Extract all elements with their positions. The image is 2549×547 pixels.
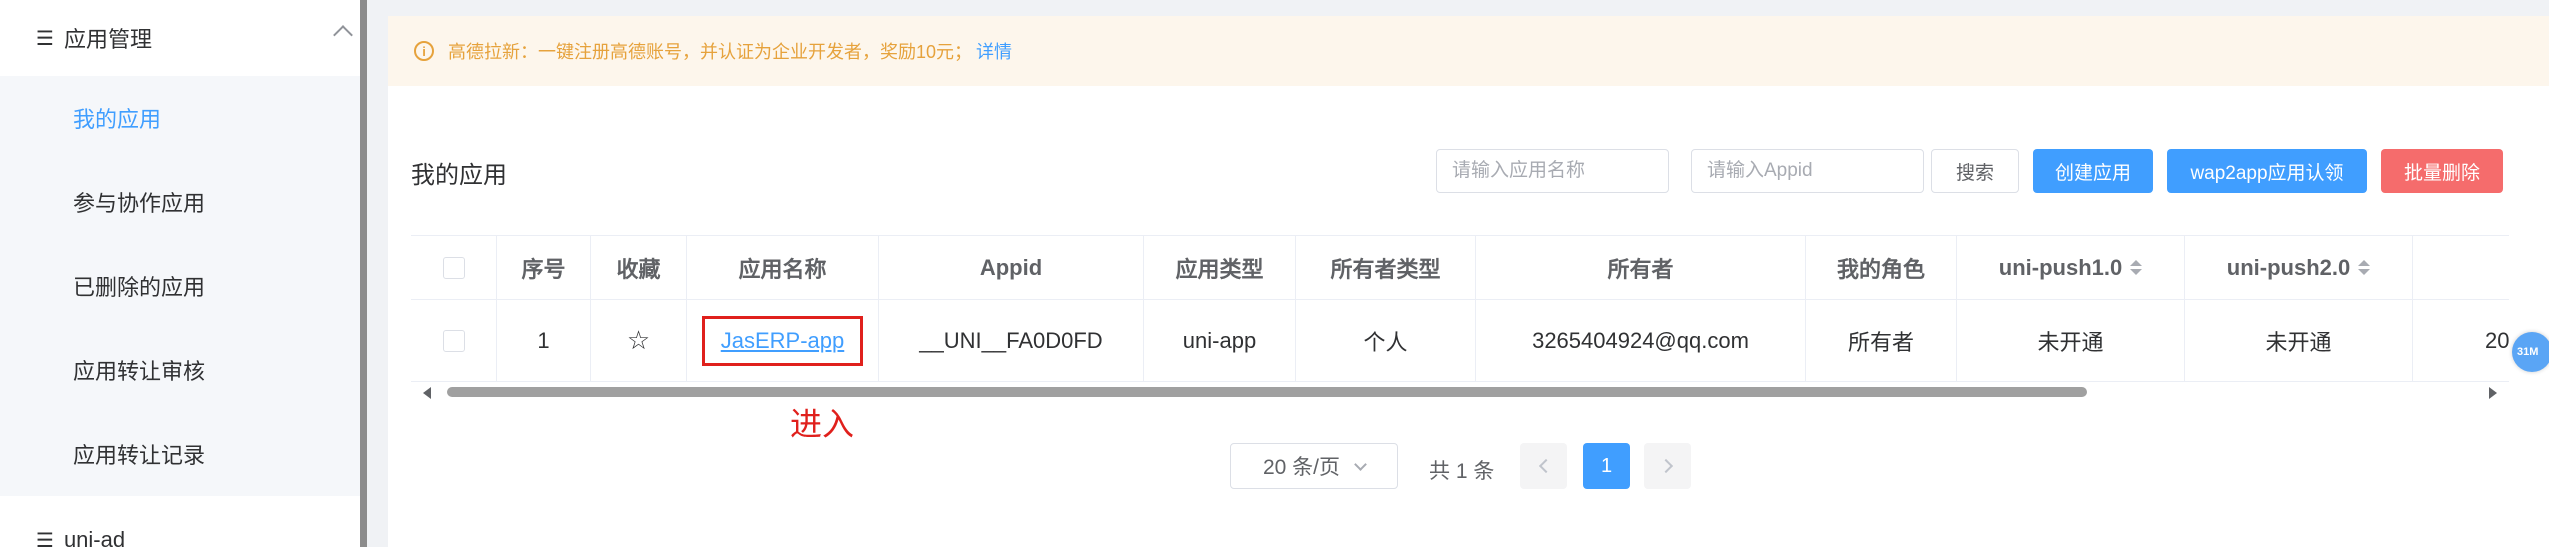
- header-appid: Appid: [879, 236, 1144, 299]
- create-app-button[interactable]: 创建应用: [2033, 149, 2153, 193]
- row-select-cell: [411, 300, 497, 381]
- appid-search-input[interactable]: [1691, 149, 1924, 193]
- row-favorite-cell: ☆: [591, 300, 687, 381]
- total-count: 共 1 条: [1429, 460, 1495, 483]
- annotation-enter: 进入: [790, 406, 855, 442]
- header-index: 序号: [497, 236, 591, 299]
- sort-icon[interactable]: [2130, 260, 2143, 275]
- chevron-left-icon: [1538, 458, 1553, 474]
- sidebar-item-my-apps[interactable]: 我的应用: [0, 76, 360, 160]
- header-select-cell: [411, 236, 497, 299]
- menu-group-uni-ad[interactable]: ☰ uni-ad: [0, 515, 360, 547]
- page-size-value: 20 条/页: [1262, 456, 1341, 479]
- select-all-checkbox[interactable]: [442, 256, 465, 279]
- row-index: 1: [497, 300, 591, 381]
- notice-banner: i 高德拉新：一键注册高德账号，并认证为企业开发者，奖励10元； 详情: [388, 16, 2549, 86]
- sort-icon[interactable]: [2358, 260, 2371, 275]
- header-push2-cell[interactable]: uni-push2.0: [2185, 236, 2413, 299]
- scroll-left-arrow-icon[interactable]: [423, 387, 431, 399]
- header-owner-type: 所有者类型: [1296, 236, 1476, 299]
- apps-table: 序号 收藏 应用名称 Appid 应用类型 所有者类型 所有者 我的角色 uni…: [411, 235, 2509, 384]
- header-favorite: 收藏: [591, 236, 687, 299]
- row-app-type: uni-app: [1144, 300, 1296, 381]
- sidebar-item-deleted-apps[interactable]: 已删除的应用: [0, 244, 360, 328]
- table-header-row: 序号 收藏 应用名称 Appid 应用类型 所有者类型 所有者 我的角色 uni…: [411, 236, 2509, 300]
- sidebar-item-transfer-records[interactable]: 应用转让记录: [0, 412, 360, 496]
- header-owner: 所有者: [1476, 236, 1806, 299]
- header-app-type: 应用类型: [1144, 236, 1296, 299]
- scroll-right-arrow-icon[interactable]: [2489, 387, 2497, 399]
- sidebar-item-label: 应用转让审核: [73, 359, 206, 384]
- notice-detail-link[interactable]: 详情: [976, 38, 1012, 64]
- notice-text: 高德拉新：一键注册高德账号，并认证为企业开发者，奖励10元；: [448, 42, 973, 62]
- sidebar-item-label: 我的应用: [73, 107, 162, 132]
- chevron-up-icon: [333, 25, 353, 45]
- sidebar-item-label: 参与协作应用: [73, 191, 206, 216]
- header-app-name: 应用名称: [687, 236, 879, 299]
- row-extra: 2025/: [2413, 300, 2509, 381]
- page-size-select[interactable]: 20 条/页: [1230, 443, 1398, 489]
- floating-badge[interactable]: 31M: [2512, 332, 2549, 372]
- header-push1-cell[interactable]: uni-push1.0: [1957, 236, 2185, 299]
- page-number-button[interactable]: 1: [1583, 443, 1630, 489]
- submenu: 我的应用 参与协作应用 已删除的应用 应用转让审核 应用转让记录: [0, 76, 360, 496]
- sidebar: ☰ 应用管理 我的应用 参与协作应用 已删除的应用 应用转让审核 应用转让记录 …: [0, 0, 360, 547]
- row-owner-type: 个人: [1296, 300, 1476, 381]
- table-horizontal-scrollbar[interactable]: [420, 385, 2500, 399]
- sidebar-scrollbar[interactable]: [360, 0, 367, 547]
- scrollbar-thumb[interactable]: [447, 387, 2087, 397]
- chevron-down-icon: [1354, 457, 1367, 471]
- menu-group-label: 应用管理: [63, 27, 152, 52]
- search-button[interactable]: 搜索: [1931, 149, 2019, 193]
- header-my-role: 我的角色: [1806, 236, 1957, 299]
- chevron-right-icon: [1658, 458, 1673, 474]
- header-extra: t: [2413, 236, 2510, 299]
- header-push1: uni-push1.0: [1998, 254, 2123, 280]
- page-title: 我的应用: [411, 162, 507, 189]
- header-push2: uni-push2.0: [2226, 254, 2351, 280]
- list-icon: ☰: [36, 528, 54, 547]
- next-page-button[interactable]: [1644, 443, 1691, 489]
- wap2app-claim-button[interactable]: wap2app应用认领: [2167, 149, 2367, 193]
- app-name-link[interactable]: JasERP-app: [701, 315, 864, 366]
- menu-group-label: uni-ad: [63, 527, 126, 547]
- row-checkbox[interactable]: [442, 329, 465, 352]
- app-name-search-input[interactable]: [1436, 149, 1669, 193]
- row-app-name-cell: JasERP-app: [687, 300, 879, 381]
- sidebar-item-label: 应用转让记录: [73, 443, 206, 468]
- menu-group-app-management[interactable]: ☰ 应用管理: [0, 0, 360, 76]
- star-icon[interactable]: ☆: [627, 326, 650, 356]
- info-icon: i: [414, 41, 434, 61]
- sidebar-item-collab-apps[interactable]: 参与协作应用: [0, 160, 360, 244]
- row-owner: 3265404924@qq.com: [1476, 300, 1806, 381]
- row-my-role: 所有者: [1806, 300, 1957, 381]
- table-row: 1 ☆ JasERP-app __UNI__FA0D0FD uni-app 个人…: [411, 300, 2509, 382]
- batch-delete-button[interactable]: 批量删除: [2381, 149, 2503, 193]
- sidebar-item-transfer-review[interactable]: 应用转让审核: [0, 328, 360, 412]
- list-icon: ☰: [36, 26, 54, 50]
- row-push2: 未开通: [2185, 300, 2413, 381]
- sidebar-item-label: 已删除的应用: [73, 275, 206, 300]
- row-appid: __UNI__FA0D0FD: [879, 300, 1144, 381]
- row-push1: 未开通: [1957, 300, 2185, 381]
- prev-page-button[interactable]: [1520, 443, 1567, 489]
